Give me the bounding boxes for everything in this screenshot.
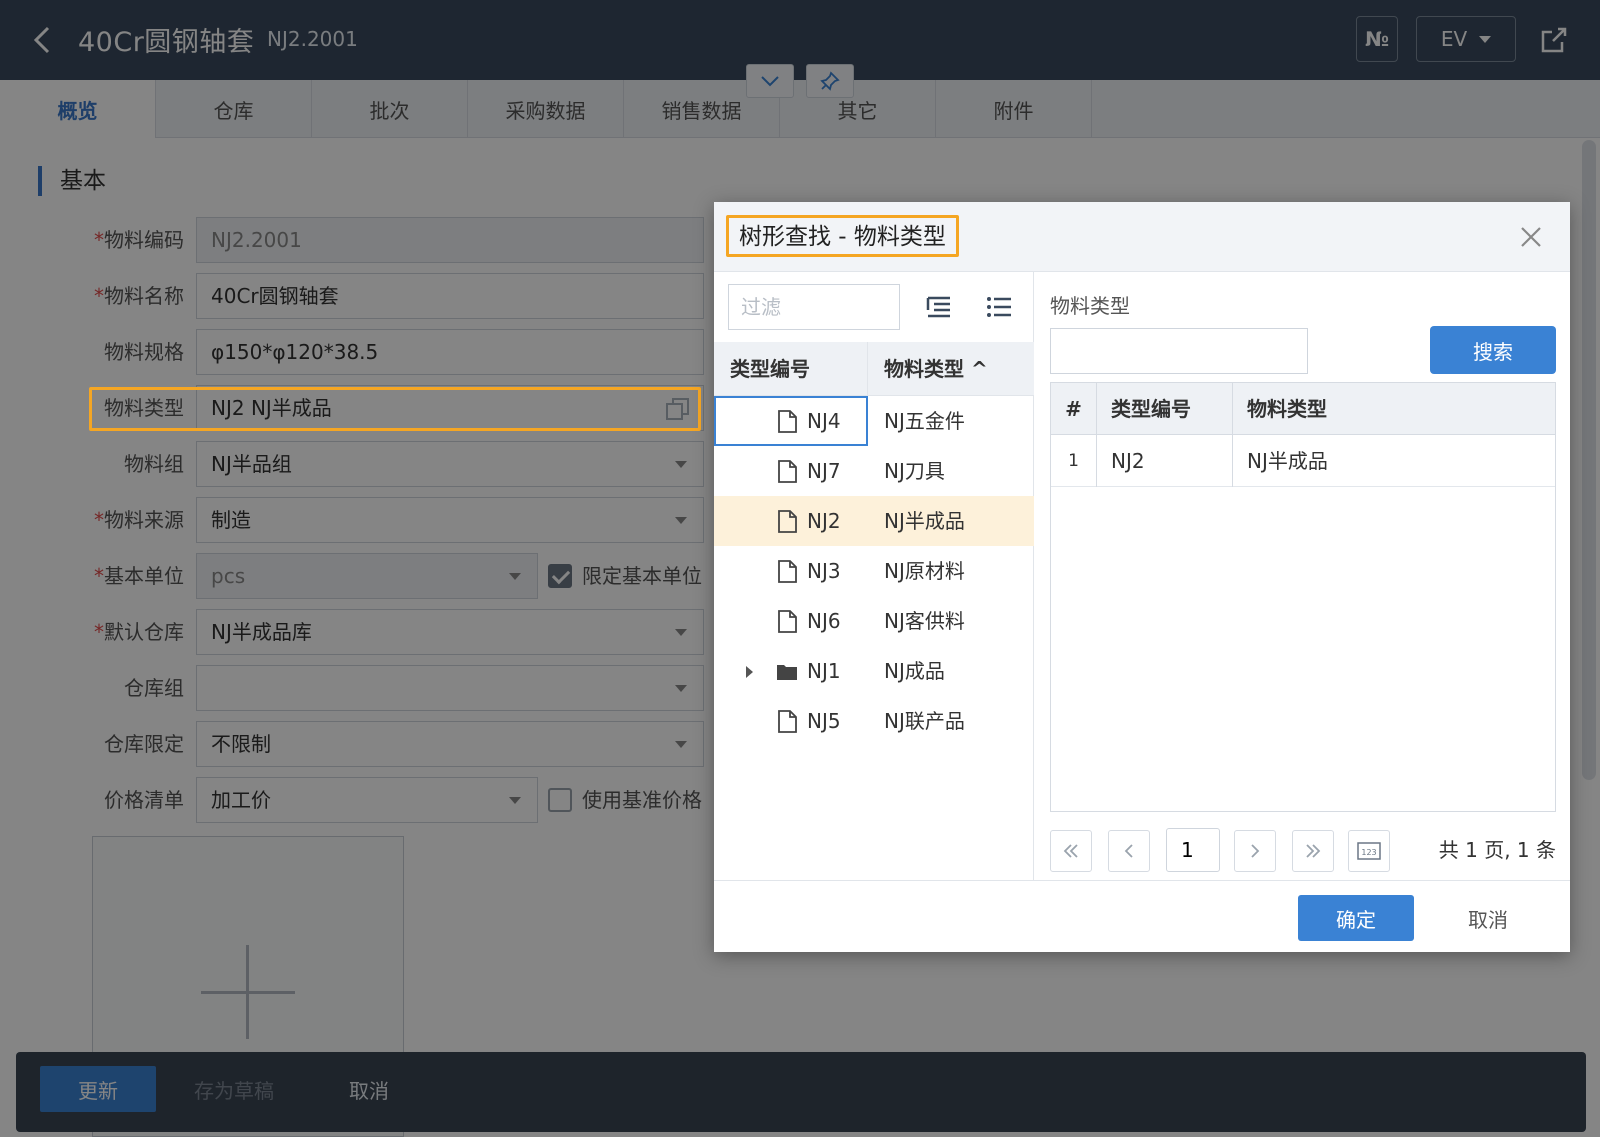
- tree-pane: 类型编号 物料类型 ^ NJ4 NJ五金件 NJ7 NJ刀具 NJ2 NJ半成品…: [714, 272, 1034, 880]
- page-info: 共 1 页, 1 条: [1438, 838, 1556, 862]
- grid-header: # 类型编号 物料类型: [1051, 383, 1555, 435]
- dialog-header: 树形查找 - 物料类型: [714, 202, 1570, 272]
- tree-name: NJ刀具: [884, 459, 945, 483]
- file-icon: [778, 610, 797, 633]
- dialog-cancel-button[interactable]: 取消: [1438, 895, 1538, 941]
- tree-name: NJ五金件: [884, 409, 965, 433]
- tree-code: NJ5: [807, 709, 841, 733]
- prev-page-button[interactable]: [1108, 830, 1150, 872]
- tree-row-nj7[interactable]: NJ7 NJ刀具: [714, 446, 1034, 496]
- pagination: 123 共 1 页, 1 条: [1050, 828, 1556, 872]
- next-page-button[interactable]: [1234, 830, 1276, 872]
- tree-code: NJ1: [807, 659, 841, 683]
- file-icon: [778, 510, 797, 533]
- tree-name: NJ原材料: [884, 559, 965, 583]
- tree-code: NJ7: [807, 459, 841, 483]
- confirm-button[interactable]: 确定: [1298, 895, 1414, 941]
- tree-header-name[interactable]: 物料类型 ^: [868, 342, 1034, 396]
- tree-filter-input[interactable]: [728, 284, 900, 330]
- grid-header-name[interactable]: 物料类型: [1233, 383, 1555, 435]
- tree-code: NJ4: [807, 409, 841, 433]
- tree-code: NJ6: [807, 609, 841, 633]
- search-button[interactable]: 搜索: [1430, 326, 1556, 374]
- tree-row-nj6[interactable]: NJ6 NJ客供料: [714, 596, 1034, 646]
- expand-tree-icon[interactable]: [924, 292, 954, 322]
- tree-row-nj2[interactable]: NJ2 NJ半成品: [714, 496, 1034, 546]
- tree-name: NJ半成品: [884, 509, 965, 533]
- tree-row-nj3[interactable]: NJ3 NJ原材料: [714, 546, 1034, 596]
- expand-arrow-icon[interactable]: [746, 666, 753, 678]
- result-grid: # 类型编号 物料类型 1 NJ2 NJ半成品: [1050, 382, 1556, 812]
- chevron-left-icon: [1124, 844, 1133, 858]
- dialog-title: 树形查找 - 物料类型: [726, 215, 959, 257]
- file-icon: [778, 460, 797, 483]
- tree-name: NJ成品: [884, 659, 945, 683]
- goto-page-button[interactable]: 123: [1348, 830, 1390, 872]
- material-type-search-input[interactable]: [1050, 328, 1308, 374]
- tree-row-nj5[interactable]: NJ5 NJ联产品: [714, 696, 1034, 746]
- chevron-right-icon: [1251, 844, 1260, 858]
- row-name: NJ半成品: [1247, 449, 1328, 473]
- number-keypad-icon: 123: [1357, 842, 1381, 860]
- tree-name: NJ联产品: [884, 709, 965, 733]
- file-icon: [778, 410, 797, 433]
- tree-header-code[interactable]: 类型编号: [714, 342, 868, 396]
- list-view-icon[interactable]: [984, 292, 1014, 322]
- double-chevron-right-icon: [1306, 844, 1321, 858]
- double-chevron-left-icon: [1063, 844, 1078, 858]
- file-icon: [778, 710, 797, 733]
- tree-name: NJ客供料: [884, 609, 965, 633]
- first-page-button[interactable]: [1050, 830, 1092, 872]
- search-pane: 物料类型 搜索 # 类型编号 物料类型 1 NJ2 NJ半成品 123 共 1 …: [1034, 272, 1570, 880]
- file-icon: [778, 560, 797, 583]
- tree-header: 类型编号 物料类型 ^: [714, 342, 1034, 396]
- close-icon[interactable]: [1516, 222, 1546, 252]
- table-row[interactable]: 1 NJ2 NJ半成品: [1051, 435, 1555, 487]
- dialog-footer: 确定 取消: [714, 880, 1570, 952]
- row-code: NJ2: [1097, 435, 1233, 487]
- page-number-input[interactable]: [1166, 828, 1220, 872]
- svg-text:123: 123: [1361, 848, 1376, 857]
- tree-lookup-dialog: 树形查找 - 物料类型 类型编号 物料类型 ^ NJ4 NJ五金件 NJ7 NJ…: [714, 202, 1570, 952]
- search-label: 物料类型: [1050, 294, 1130, 318]
- grid-header-index: #: [1051, 383, 1097, 435]
- tree-row-nj4[interactable]: NJ4 NJ五金件: [714, 396, 1034, 446]
- tree-row-nj1[interactable]: NJ1 NJ成品: [714, 646, 1034, 696]
- row-index: 1: [1051, 435, 1097, 487]
- grid-header-code[interactable]: 类型编号: [1097, 383, 1233, 435]
- last-page-button[interactable]: [1292, 830, 1334, 872]
- folder-icon: [777, 665, 797, 680]
- tree-code: NJ3: [807, 559, 841, 583]
- tree-code: NJ2: [807, 509, 841, 533]
